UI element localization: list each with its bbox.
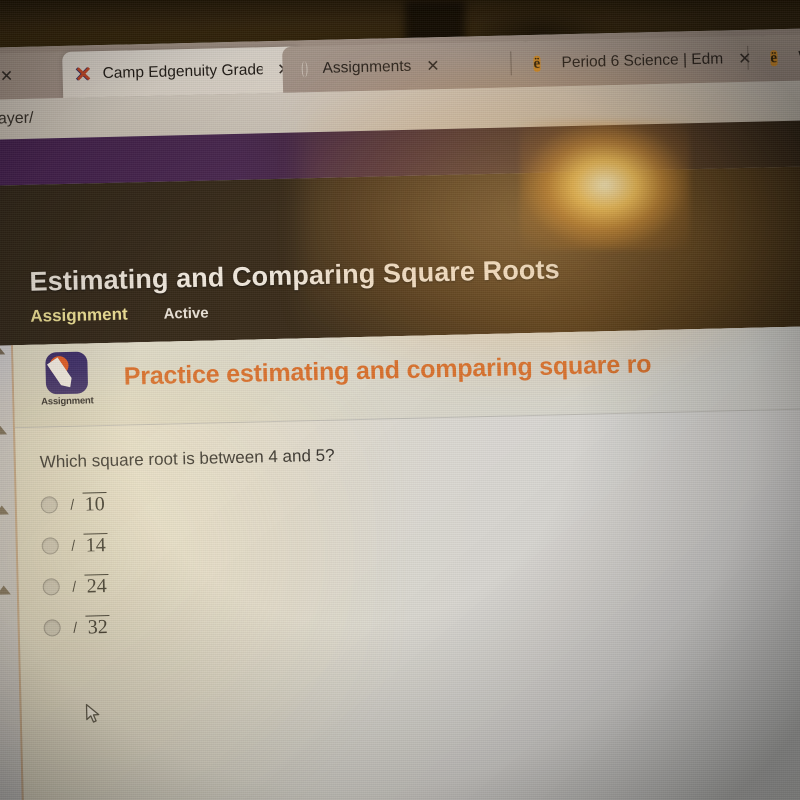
tab-label: Camp Edgenuity Grade <box>102 61 263 83</box>
rail-marker-icon[interactable] <box>0 505 9 515</box>
mouse-cursor-icon <box>85 703 100 723</box>
answer-option-1[interactable]: 10 <box>40 483 108 526</box>
assignment-card: Assignment Practice estimating and compa… <box>11 325 800 800</box>
browser-tab-camp-edgenuity-grade[interactable]: ✕ Camp Edgenuity Grade ✕ <box>62 46 304 98</box>
course-header: Estimating and Comparing Square Roots As… <box>0 165 800 346</box>
assignment-title: Practice estimating and comparing square… <box>123 350 652 391</box>
radio-button[interactable] <box>43 619 61 637</box>
page-title: Estimating and Comparing Square Roots <box>29 254 560 297</box>
x-mark-icon: ✕ <box>74 62 93 87</box>
close-icon[interactable]: ✕ <box>426 56 440 76</box>
assignment-icon-group: Assignment <box>33 351 100 408</box>
rail-marker-icon[interactable] <box>0 585 11 595</box>
answer-option-label: 32 <box>74 614 110 640</box>
edmentum-e-icon: ë <box>770 49 778 66</box>
rail-marker-icon[interactable] <box>0 345 6 355</box>
browser-tab-assignments[interactable]: Assignments ✕ <box>282 40 532 93</box>
url-text: Player/ <box>0 109 34 128</box>
assignment-type-label: Assignment <box>30 304 128 326</box>
globe-icon <box>294 60 313 79</box>
answer-options-list: 10 14 24 32 <box>40 483 110 649</box>
tab-label: Period 6 Science | Edm <box>561 50 724 72</box>
browser-tab-we[interactable]: ë We <box>757 32 800 82</box>
browser-tab-period-6-science[interactable]: ë Period 6 Science | Edm ✕ <box>520 35 769 88</box>
tab-label: Assignments <box>322 57 412 77</box>
answer-option-3[interactable]: 24 <box>42 565 109 608</box>
status-badge: Active <box>163 304 209 323</box>
close-icon[interactable]: ✕ <box>0 66 13 86</box>
question-text: Which square root is between 4 and 5? <box>39 445 335 472</box>
close-icon[interactable]: ✕ <box>738 49 752 69</box>
answer-option-label: 10 <box>71 491 108 517</box>
monitor-screen: ortal ✕ ✕ Camp Edgenuity Grade ✕ Assignm… <box>0 27 800 800</box>
course-subheader: Assignment Active <box>30 303 209 327</box>
answer-option-2[interactable]: 14 <box>41 524 109 567</box>
radicand-value: 14 <box>83 532 109 558</box>
radio-button[interactable] <box>42 578 60 596</box>
radio-button[interactable] <box>40 496 58 514</box>
rail-marker-icon[interactable] <box>0 425 8 435</box>
answer-option-label: 24 <box>73 573 109 599</box>
radicand-value: 24 <box>84 573 109 599</box>
radicand-value: 10 <box>82 491 108 517</box>
edmentum-e-icon: ë <box>533 55 541 72</box>
assignment-pencil-icon <box>45 351 89 395</box>
assignment-icon-caption: Assignment <box>41 395 94 408</box>
answer-option-4[interactable]: 32 <box>43 606 110 649</box>
radio-button[interactable] <box>41 537 59 555</box>
radicand-value: 32 <box>85 614 110 640</box>
answer-option-label: 14 <box>72 532 109 558</box>
